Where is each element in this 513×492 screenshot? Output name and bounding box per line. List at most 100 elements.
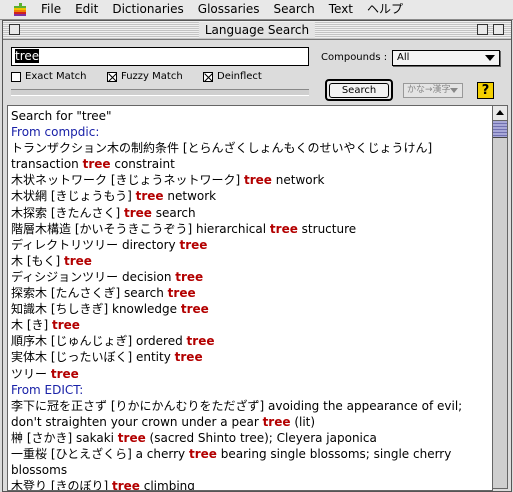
fuzzy-match-checkbox[interactable] xyxy=(107,71,117,82)
menu-item-0[interactable]: File xyxy=(34,0,68,19)
result-text: don't straighten your crown under a pear xyxy=(11,414,263,429)
result-line: Search for "tree" xyxy=(11,108,492,124)
result-text: search xyxy=(151,205,196,220)
compounds-label: Compounds : xyxy=(321,52,388,63)
result-text: network xyxy=(271,173,325,188)
highlighted-term: tree xyxy=(112,479,140,491)
highlighted-term: tree xyxy=(269,221,298,236)
result-line: ディレクトリツリー directory tree xyxy=(11,237,492,253)
result-line: 階層木構造 [かいそうきこうぞう] hierarchical tree stru… xyxy=(11,221,492,237)
title-bar[interactable]: Language Search xyxy=(3,21,511,40)
result-text: constraint xyxy=(110,157,175,172)
deinflect-option[interactable]: Deinflect xyxy=(203,71,262,82)
result-text: transaction xyxy=(11,157,83,172)
result-line: 順序木 [じゅんじょぎ] ordered tree xyxy=(11,333,492,349)
highlighted-term: tree xyxy=(174,350,203,365)
search-input-text: tree xyxy=(15,49,40,63)
progress-groove xyxy=(11,89,309,96)
result-text: (lit) xyxy=(290,414,316,429)
menu-item-1[interactable]: Edit xyxy=(68,0,105,19)
result-line: 木探索 [きたんさく] tree search xyxy=(11,205,492,221)
highlighted-term: tree xyxy=(186,334,215,349)
exact-match-label: Exact Match xyxy=(25,71,87,82)
menu-bar: File Edit Dictionaries Glossaries Search Text… xyxy=(0,0,513,20)
result-text: 知識木 [ちしきぎ] knowledge xyxy=(11,302,181,317)
result-text: network xyxy=(163,189,217,204)
result-text: 榊 [さかき] sakaki xyxy=(11,430,118,445)
result-text: (sacred Shinto tree); Cleyera japonica xyxy=(145,430,377,445)
menu-item-4[interactable]: Search xyxy=(267,0,322,19)
search-button-label: Search xyxy=(328,82,390,98)
results-pane[interactable]: Search for "tree" From compdic: トランザクション木の… xyxy=(7,105,493,491)
deinflect-label: Deinflect xyxy=(217,71,262,82)
result-text: 木状網 [きじょうもう] xyxy=(11,189,136,204)
window-title: Language Search xyxy=(198,22,316,38)
help-icon[interactable]: ? xyxy=(477,82,494,99)
result-line: transaction tree constraint xyxy=(11,156,492,172)
scroll-thumb[interactable] xyxy=(493,121,507,138)
result-text: From EDICT: xyxy=(11,382,84,397)
result-line: 知識木 [ちしきぎ] knowledge tree xyxy=(11,301,492,317)
apple-logo-icon[interactable] xyxy=(12,2,28,18)
result-text: 一重桜 [ひとえざくら] a cherry xyxy=(11,446,189,461)
highlighted-term: tree xyxy=(124,205,152,220)
result-text: structure xyxy=(297,221,357,236)
fuzzy-match-option[interactable]: Fuzzy Match xyxy=(107,71,183,82)
result-line: 木 [もく] tree xyxy=(11,253,492,269)
result-text: 木状ネットワーク [きじょうネットワーク] xyxy=(11,173,244,188)
chevron-down-icon xyxy=(485,55,495,61)
highlighted-term: tree xyxy=(82,157,111,172)
deinflect-checkbox[interactable] xyxy=(203,71,213,82)
menu-item-2[interactable]: Dictionaries xyxy=(105,0,190,19)
input-mode-label: かな→漢字 xyxy=(407,85,451,95)
search-input[interactable]: tree xyxy=(11,47,309,66)
result-text: 実体木 [じったいぼく] entity xyxy=(11,350,175,365)
highlighted-term: tree xyxy=(244,173,272,188)
collapse-box-icon[interactable] xyxy=(493,24,504,35)
highlighted-term: tree xyxy=(50,366,79,381)
result-line: 木登り [きのぼり] tree climbing xyxy=(11,478,492,491)
close-box-icon[interactable] xyxy=(9,24,20,35)
result-line: 探索木 [たんさくぎ] search tree xyxy=(11,285,492,301)
input-mode-select[interactable]: かな→漢字 xyxy=(403,83,463,98)
menu-item-6[interactable]: ヘルプ xyxy=(360,0,410,19)
result-line: トランザクション木の制約条件 [とらんざくしょんもくのせいやくじょうけん] xyxy=(11,140,492,156)
result-line: 一重桜 [ひとえざくら] a cherry tree bearing singl… xyxy=(11,446,492,478)
result-text: ツリー xyxy=(11,366,51,381)
highlighted-term: tree xyxy=(175,269,204,284)
highlighted-term: tree xyxy=(262,414,291,429)
result-text: climbing xyxy=(139,479,195,491)
result-line: don't straighten your crown under a pear… xyxy=(11,414,492,430)
result-text: 李下に冠を正さず [りかにかんむりをただざず] avoiding the app… xyxy=(11,398,463,413)
result-text: 木 [き] xyxy=(11,318,52,333)
language-search-window: Language Search tree Compounds : All Exa… xyxy=(2,20,512,492)
exact-match-checkbox[interactable] xyxy=(11,71,21,82)
scroll-up-arrow-icon[interactable] xyxy=(493,106,507,121)
highlighted-term: tree xyxy=(179,237,208,252)
result-line: 実体木 [じったいぼく] entity tree xyxy=(11,349,492,365)
result-text: ディレクトリツリー directory xyxy=(11,237,180,252)
compounds-select[interactable]: All xyxy=(392,50,500,66)
result-text: 順序木 [じゅんじょぎ] ordered xyxy=(11,334,187,349)
menu-item-3[interactable]: Glossaries xyxy=(191,0,267,19)
search-button[interactable]: Search xyxy=(325,79,393,101)
result-text: 木登り [きのぼり] xyxy=(11,479,112,491)
highlighted-term: tree xyxy=(52,318,80,333)
highlighted-term: tree xyxy=(117,430,146,445)
result-text: From compdic: xyxy=(11,125,100,140)
result-text: トランザクション木の制約条件 [とらんざくしょんもくのせいやくじょうけん] xyxy=(11,141,433,156)
zoom-box-icon[interactable] xyxy=(477,24,488,35)
compounds-value: All xyxy=(397,52,410,63)
result-text: Search for "tree" xyxy=(11,109,112,123)
mode-chevron-down-icon xyxy=(450,88,458,93)
menu-item-5[interactable]: Text xyxy=(322,0,360,19)
result-line: 木 [き] tree xyxy=(11,317,492,333)
result-line: 榊 [さかき] sakaki tree (sacred Shinto tree)… xyxy=(11,430,492,446)
highlighted-term: tree xyxy=(135,189,164,204)
result-text: 階層木構造 [かいそうきこうぞう] hierarchical xyxy=(11,221,270,236)
vertical-scrollbar[interactable] xyxy=(492,105,508,489)
result-section-header: From compdic: xyxy=(11,124,492,140)
result-line: 木状網 [きじょうもう] tree network xyxy=(11,188,492,204)
result-text: ディシジョンツリー decision xyxy=(11,269,176,284)
exact-match-option[interactable]: Exact Match xyxy=(11,71,86,82)
